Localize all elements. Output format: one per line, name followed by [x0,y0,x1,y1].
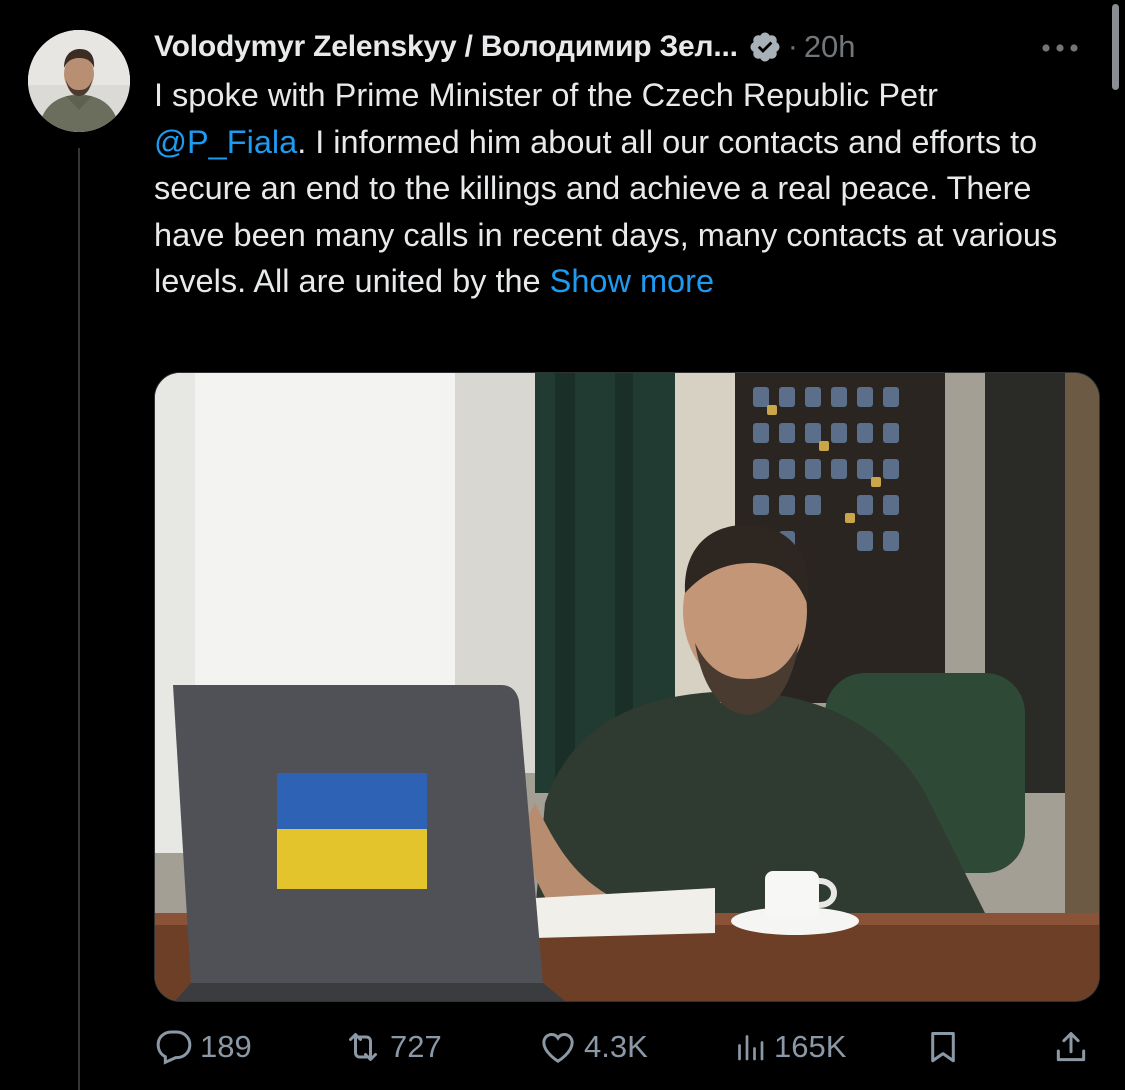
tweet-photo[interactable] [154,372,1100,1002]
scrollbar-thumb[interactable] [1112,4,1119,90]
analytics-icon [732,1027,768,1067]
timestamp[interactable]: 20h [804,29,856,65]
thread-line [78,148,80,1090]
more-options-icon[interactable] [1035,30,1085,66]
like-count: 4.3K [584,1029,648,1064]
share-button[interactable] [1052,1022,1090,1072]
tweet-text: I spoke with Prime Minister of the Czech… [154,72,1094,305]
show-more-link[interactable]: Show more [550,263,714,299]
scrollbar[interactable] [1107,0,1125,100]
reply-button[interactable]: 189 [154,1022,252,1072]
separator-dot: · [787,30,798,63]
reply-count: 189 [200,1029,252,1064]
bookmark-icon [924,1027,962,1067]
tweet-header: Volodymyr Zelenskyy / Володимир Зел... ·… [154,24,1085,70]
share-icon [1052,1027,1090,1067]
retweet-count: 727 [390,1029,442,1064]
retweet-icon [342,1027,384,1067]
tweet-text-part: I spoke with Prime Minister of the Czech… [154,77,938,113]
views-button[interactable]: 165K [732,1022,846,1072]
reply-icon [154,1027,194,1067]
view-count: 165K [774,1029,847,1064]
action-bar: 189 727 4.3K 165K [154,1022,1094,1072]
author-name[interactable]: Volodymyr Zelenskyy / Володимир Зел... [154,30,738,64]
like-button[interactable]: 4.3K [538,1022,648,1072]
heart-icon [538,1027,578,1067]
bookmark-button[interactable] [924,1022,962,1072]
verified-badge-icon [748,30,782,64]
mention-link[interactable]: @P_Fiala [154,124,297,160]
retweet-button[interactable]: 727 [342,1022,442,1072]
avatar[interactable] [28,30,130,132]
